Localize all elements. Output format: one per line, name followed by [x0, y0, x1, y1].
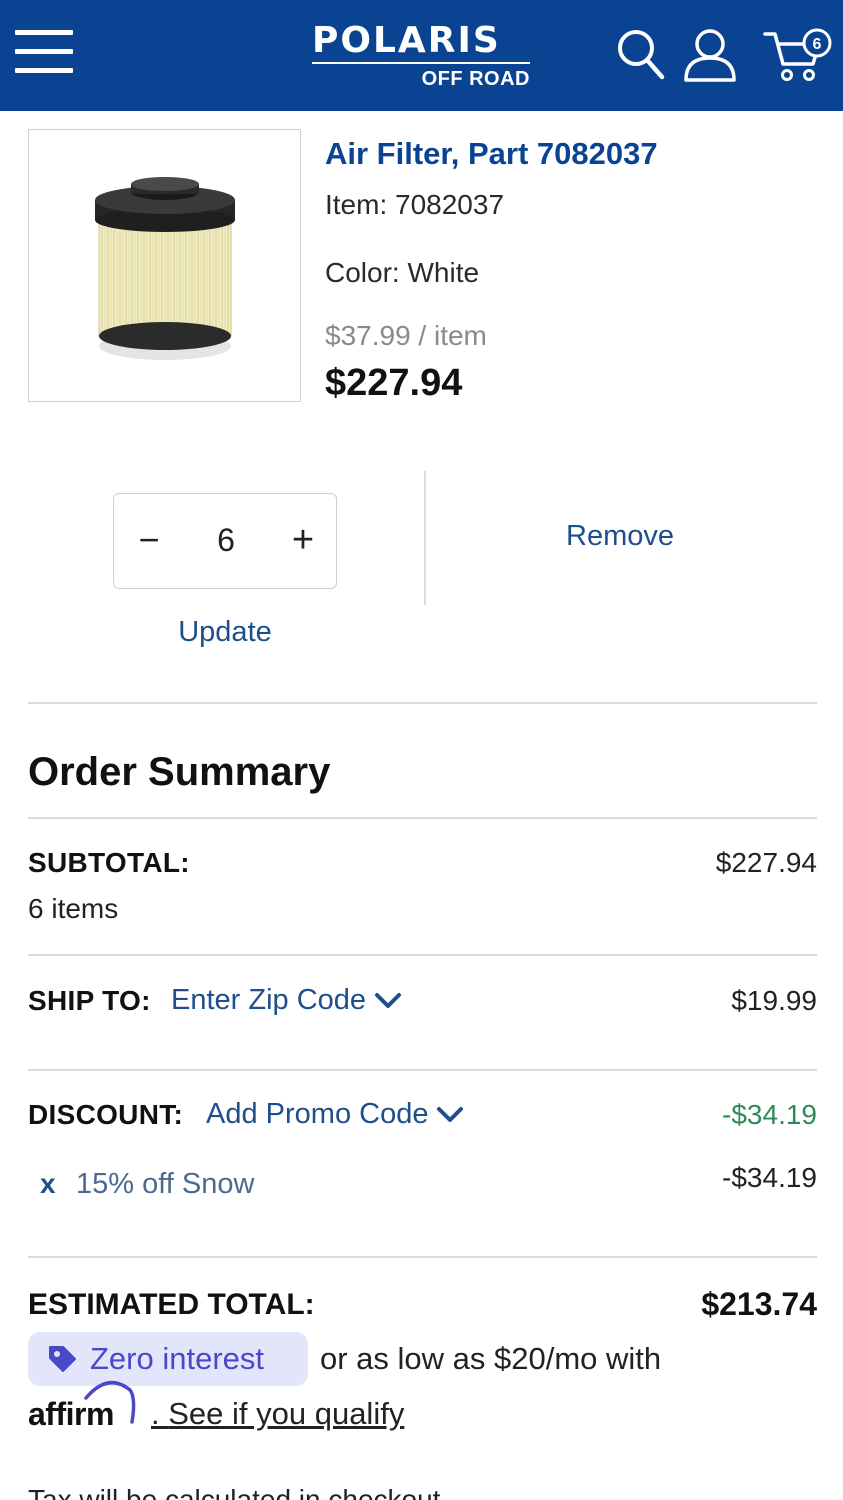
add-promo-code-dropdown[interactable]: Add Promo Code: [206, 1098, 464, 1131]
affirm-wordmark: affirm: [28, 1396, 114, 1432]
enter-zip-code-label: Enter Zip Code: [171, 984, 367, 1016]
financing-text: or as low as $20/mo with: [320, 1341, 662, 1376]
applied-promo-amount: -$34.19: [722, 1162, 817, 1193]
enter-zip-code-dropdown[interactable]: Enter Zip Code: [171, 984, 402, 1017]
increase-quantity-button[interactable]: +: [286, 518, 320, 562]
update-quantity-link[interactable]: Update: [113, 616, 337, 649]
tax-note: Tax will be calculated in checkout: [28, 1484, 441, 1500]
applied-promo-name: 15% off Snow: [76, 1168, 255, 1200]
product-color: Color: White: [325, 257, 480, 288]
tag-icon: [49, 1346, 76, 1372]
cart-count-badge: 6: [813, 36, 822, 53]
product-item-number: Item: 7082037: [325, 189, 505, 220]
quantity-input[interactable]: [184, 518, 268, 562]
ship-to-label: SHIP TO:: [28, 985, 151, 1016]
add-promo-code-label: Add Promo Code: [206, 1098, 429, 1130]
chevron-down-icon: [437, 1107, 464, 1123]
see-if-you-qualify-label: See if you qualify: [168, 1396, 405, 1431]
estimated-total-amount: $213.74: [701, 1286, 817, 1322]
divider: [28, 1256, 817, 1258]
brand-logo-sub: OFF ROAD: [421, 68, 530, 90]
divider: [28, 817, 817, 819]
account-icon[interactable]: [683, 28, 737, 84]
shipping-amount: $19.99: [731, 985, 817, 1016]
remove-item-link[interactable]: Remove: [520, 520, 720, 553]
site-header: POLARIS OFF ROAD 6: [0, 0, 843, 111]
remove-promo-button[interactable]: x: [40, 1168, 56, 1200]
search-icon[interactable]: [616, 28, 666, 82]
chevron-down-icon: [375, 993, 402, 1009]
decrease-quantity-button[interactable]: −: [134, 518, 164, 562]
subtotal-item-count: 6 items: [28, 893, 119, 924]
air-filter-image: [95, 177, 235, 360]
affirm-logo: affirm: [28, 1378, 140, 1434]
discount-label: DISCOUNT:: [28, 1099, 184, 1130]
subtotal-label: SUBTOTAL:: [28, 847, 190, 878]
divider: [28, 1069, 817, 1071]
brand-logo[interactable]: POLARIS OFF ROAD: [312, 22, 532, 94]
product-unit-price: $37.99 / item: [325, 320, 487, 351]
divider: [28, 954, 817, 956]
see-if-you-qualify-link[interactable]: . See if you qualify: [151, 1396, 404, 1432]
discount-amount: -$34.19: [722, 1099, 817, 1130]
order-summary-title: Order Summary: [28, 750, 331, 794]
brand-logo-main: POLARIS: [312, 20, 501, 61]
menu-icon[interactable]: [15, 30, 73, 76]
product-title-link[interactable]: Air Filter, Part 7082037: [325, 136, 658, 172]
divider: [28, 702, 817, 704]
zero-interest-text: Zero interest: [90, 1341, 265, 1376]
product-line-total: $227.94: [325, 362, 463, 404]
quantity-stepper: − +: [113, 493, 337, 589]
divider: [424, 471, 426, 605]
subtotal-amount: $227.94: [715, 847, 817, 878]
estimated-total-label: ESTIMATED TOTAL:: [28, 1288, 315, 1321]
product-image[interactable]: [28, 129, 301, 402]
cart-icon[interactable]: 6: [763, 26, 835, 84]
